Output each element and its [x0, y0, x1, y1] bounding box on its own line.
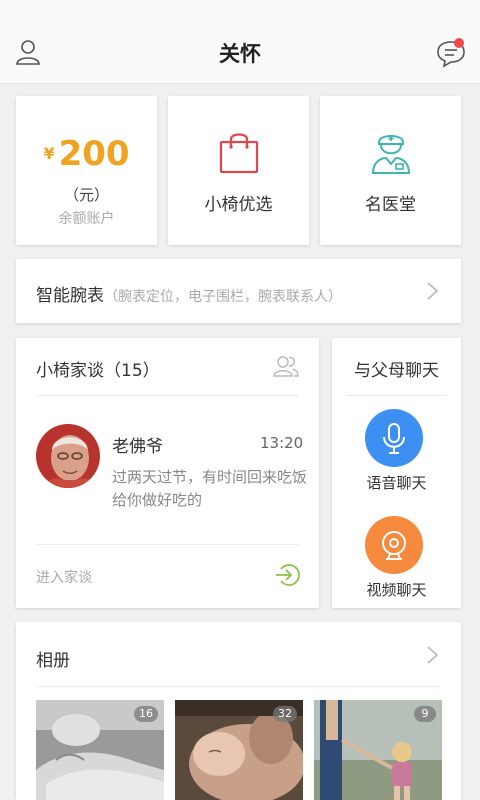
- microphone-icon: [383, 423, 405, 454]
- video-chat-label[interactable]: 视频聊天: [332, 579, 461, 600]
- unread-badge: [454, 38, 464, 48]
- divider: [36, 544, 299, 545]
- family-chat-title: 小椅家谈（15）: [36, 361, 160, 381]
- shopping-bag-icon: [219, 133, 259, 174]
- album-card[interactable]: 相册 16 32 9: [16, 622, 461, 800]
- doctor-label: 名医堂: [365, 195, 416, 215]
- avatar[interactable]: [36, 424, 100, 488]
- smart-watch-label: 智能腕表: [36, 286, 104, 306]
- smart-watch-title: 智能腕表（腕表定位，电子围栏，腕表联系人）: [36, 281, 342, 306]
- album-photo[interactable]: 32: [175, 700, 303, 800]
- photo-count-badge: 9: [414, 706, 436, 722]
- enter-chat-link[interactable]: 进入家谈: [36, 567, 92, 587]
- photo-count-badge: 16: [134, 706, 158, 722]
- album-title: 相册: [36, 651, 70, 671]
- voice-chat-button[interactable]: [365, 409, 423, 467]
- parents-chat-title: 与父母聊天: [354, 361, 439, 381]
- chevron-right-icon: [427, 282, 439, 300]
- family-chat-card[interactable]: 小椅家谈（15） 老佛爷 13:20 过两天过节，有时间回来吃饭给你做好吃的 进…: [16, 338, 319, 608]
- balance-label: 余额账户: [58, 211, 115, 227]
- album-photo[interactable]: 9: [314, 700, 442, 800]
- balance-unit: （元）: [63, 186, 109, 204]
- group-icon[interactable]: [272, 354, 300, 378]
- webcam-icon: [382, 531, 406, 560]
- message-time: 13:20: [260, 434, 304, 452]
- voice-chat-label[interactable]: 语音聊天: [332, 472, 461, 493]
- page-title: 关怀: [219, 42, 261, 66]
- sender-name: 老佛爷: [112, 437, 163, 457]
- doctor-icon: [371, 135, 411, 174]
- smart-watch-subtitle: （腕表定位，电子围栏，腕表联系人）: [104, 289, 342, 305]
- parents-chat-card: 与父母聊天 语音聊天 视频聊天: [332, 338, 461, 608]
- shop-label: 小椅优选: [204, 195, 273, 215]
- doctor-card[interactable]: 名医堂: [320, 96, 461, 245]
- top-bar: 关怀: [0, 0, 480, 84]
- currency-symbol: ¥: [43, 144, 55, 163]
- video-chat-button[interactable]: [365, 516, 423, 574]
- smart-watch-row[interactable]: 智能腕表（腕表定位，电子围栏，腕表联系人）: [16, 259, 461, 323]
- message-preview: 过两天过节，有时间回来吃饭给你做好吃的: [112, 468, 308, 509]
- balance-value: 200: [58, 134, 130, 174]
- divider: [346, 395, 447, 396]
- balance-amount: ¥200: [16, 134, 157, 174]
- album-photo[interactable]: 16: [36, 700, 164, 800]
- divider: [36, 395, 299, 396]
- photo-count-badge: 32: [273, 706, 297, 722]
- divider: [36, 686, 441, 687]
- chevron-right-icon[interactable]: [426, 645, 440, 665]
- enter-icon[interactable]: [274, 562, 300, 588]
- balance-card[interactable]: ¥200 （元） 余额账户: [16, 96, 157, 245]
- shop-card[interactable]: 小椅优选: [168, 96, 309, 245]
